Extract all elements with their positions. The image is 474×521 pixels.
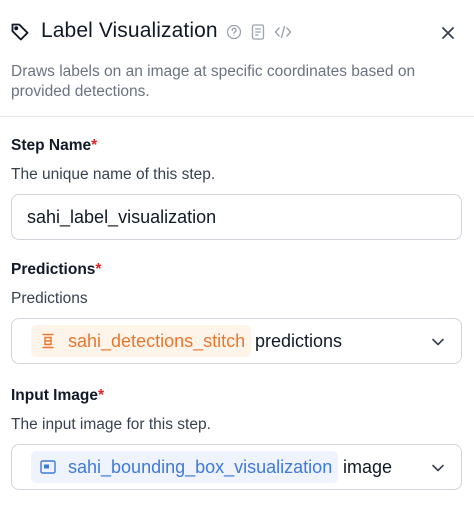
predictions-label: Predictions*: [11, 261, 102, 278]
step-name-label: Step Name*: [11, 137, 98, 154]
predictions-step-chip: sahi_detections_stitch: [31, 325, 252, 357]
input-image-output-name: image: [343, 457, 393, 477]
document-icon[interactable]: [251, 24, 265, 40]
input-image-step-name: sahi_bounding_box_visualization: [68, 456, 333, 477]
predictions-select[interactable]: sahi_detections_stitch predictions: [11, 318, 462, 364]
code-icon[interactable]: [274, 24, 292, 40]
input-image-select[interactable]: sahi_bounding_box_visualization image: [11, 444, 462, 490]
predictions-help: Predictions: [11, 290, 88, 307]
chevron-down-icon: [432, 338, 444, 346]
block-description: Draws labels on an image at specific coo…: [11, 63, 416, 100]
required-mark: *: [91, 137, 98, 154]
predictions-step-name: sahi_detections_stitch: [68, 330, 246, 351]
input-image-label: Input Image*: [11, 387, 105, 404]
stitch-icon: [42, 333, 54, 349]
step-name-input[interactable]: [11, 194, 462, 240]
header-divider: [0, 116, 474, 117]
chevron-down-icon: [432, 464, 444, 472]
panel-title: Label Visualization: [41, 19, 218, 42]
predictions-output-name: predictions: [255, 331, 343, 351]
input-image-help: The input image for this step.: [11, 416, 211, 433]
panel-header: Label Visualization: [0, 0, 474, 62]
required-mark: *: [95, 261, 102, 278]
tag-icon: [11, 23, 29, 41]
close-icon[interactable]: [436, 22, 460, 44]
image-icon: [40, 460, 56, 474]
required-mark: *: [97, 387, 105, 404]
help-icon[interactable]: [226, 24, 242, 40]
input-image-step-chip: sahi_bounding_box_visualization: [31, 451, 339, 483]
step-name-help: The unique name of this step.: [11, 166, 216, 183]
